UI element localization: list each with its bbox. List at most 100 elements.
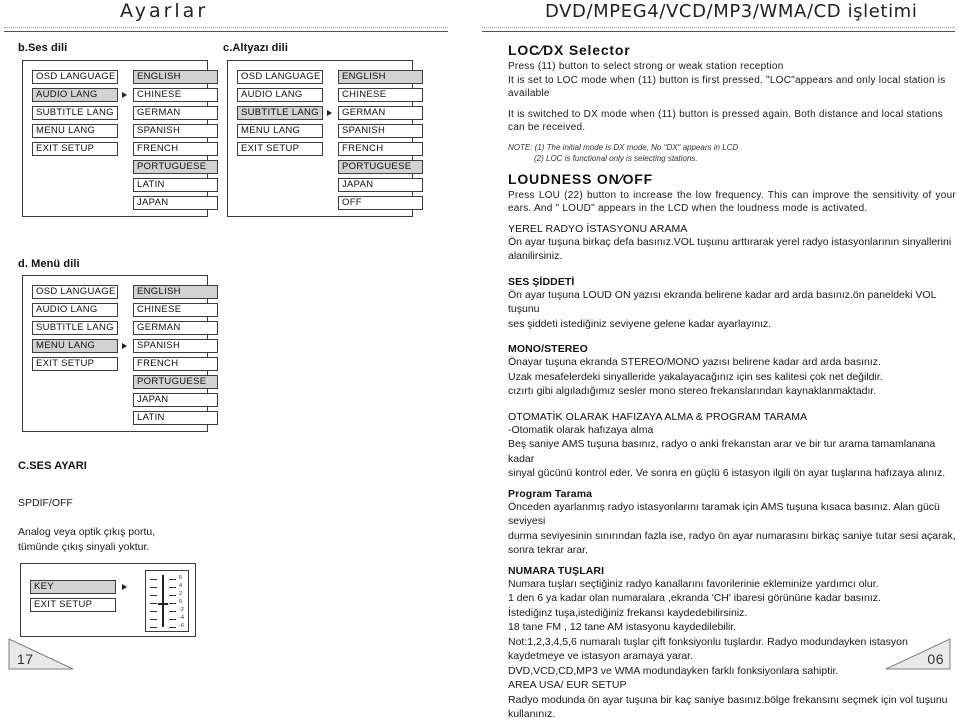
page-header: Ayarlar DVD/MPEG4/VCD/MP3/WMA/CD işletim… — [0, 0, 959, 32]
right-column: LOC∕DX Selector Press (11) button to sel… — [508, 42, 956, 722]
osd-option-item[interactable]: PORTUGUESE — [133, 375, 218, 389]
left-column: b.Ses dili OSD LANGUAGE AUDIO LANG SUBTITL… — [0, 36, 470, 637]
osd-option-item[interactable]: GERMAN — [133, 321, 218, 335]
footer-corner-right: 06 — [885, 638, 951, 670]
osd-menu-column-subtitle-language: OSD LANGUAGE AUDIO LANG SUBTITLE LANG MENU … — [237, 70, 323, 160]
ses-siddeti-paragraph-2: ses şiddeti istediğiniz seviyene gelene … — [508, 317, 772, 330]
otomatik-paragraph-1: -Otomatik olarak hafızaya alma — [508, 423, 654, 436]
osd-option-item[interactable]: GERMAN — [338, 106, 423, 120]
osd-option-item[interactable]: CHINESE — [338, 88, 423, 102]
equalizer-tick-left-icon — [150, 627, 157, 628]
osd-option-column-subtitle-language: ENGLISH CHINESE GERMAN SPANISH FRENCH PORTUGU… — [338, 70, 423, 214]
equalizer-tick-value: -6 — [179, 623, 184, 629]
key-menu-item[interactable]: KEY — [30, 580, 116, 594]
equalizer-slider[interactable]: 6 4 2 0 -2 -4 -6 — [145, 570, 189, 632]
osd-option-item[interactable]: FRENCH — [338, 142, 423, 156]
osd-option-item[interactable]: LATIN — [133, 411, 218, 425]
equalizer-tick-value: 4 — [179, 583, 183, 589]
osd-option-item[interactable]: ENGLISH — [133, 70, 218, 84]
osd-menu-item[interactable]: EXIT SETUP — [237, 142, 323, 156]
osd-menu-item[interactable]: SUBTITLE LANG — [32, 106, 118, 120]
osd-menu-item[interactable]: AUDIO LANG — [32, 88, 118, 102]
osd-option-item[interactable]: GERMAN — [133, 106, 218, 120]
osd-option-item[interactable]: PORTUGUESE — [133, 160, 218, 174]
osd-option-item[interactable]: FRENCH — [133, 142, 218, 156]
selection-arrow-icon — [122, 584, 127, 590]
osd-menu-item[interactable]: AUDIO LANG — [237, 88, 323, 102]
selection-arrow-icon — [122, 92, 127, 98]
header-divider-solid-right — [482, 31, 955, 32]
osd-menu-item[interactable]: MENU LANG — [32, 339, 118, 353]
osd-menu-item[interactable]: SUBTITLE LANG — [237, 106, 323, 120]
osd-option-item[interactable]: SPANISH — [133, 124, 218, 138]
loc-dx-note-1: NOTE: (1) The initial mode is DX mode, N… — [508, 142, 739, 152]
osd-menu-item[interactable]: AUDIO LANG — [32, 303, 118, 317]
key-menu-item[interactable]: EXIT SETUP — [30, 598, 116, 612]
ses-siddeti-paragraph-1: Ön ayar tuşuna LOUD ON yazısı ekranda be… — [508, 288, 937, 316]
osd-option-item[interactable]: SPANISH — [338, 124, 423, 138]
osd-menu-item[interactable]: EXIT SETUP — [32, 357, 118, 371]
key-menu-column: KEY EXIT SETUP — [30, 580, 116, 616]
page-number-left: 17 — [17, 651, 34, 667]
heading-ses-siddeti: SES ŞİDDETİ — [508, 275, 575, 288]
equalizer-tick-right-icon — [169, 627, 176, 628]
numara-tuslari-paragraph-8: AREA USA/ EUR SETUP — [508, 679, 627, 691]
equalizer-tick-left-icon — [150, 603, 157, 604]
osd-menu-column-menu-language: OSD LANGUAGE AUDIO LANG SUBTITLE LANG MENU … — [32, 285, 118, 375]
osd-option-item[interactable]: JAPAN — [133, 393, 218, 407]
numara-tuslari-paragraph-9: Radyo modunda ön ayar tuşuna bir kaç san… — [508, 693, 948, 721]
heading-otomatik-hafizaya-alma: OTOMATİK OLARAK HAFIZAYA ALMA & PROGRAM … — [508, 410, 808, 423]
osd-option-item[interactable]: ENGLISH — [338, 70, 423, 84]
loc-dx-paragraph-3: It is switched to DX mode when (11) butt… — [508, 108, 943, 134]
numara-tuslari-paragraph-3: İstediğinz tuşa,istediğiniz frekansı kay… — [508, 606, 748, 619]
osd-panel-subtitle-language: OSD LANGUAGE AUDIO LANG SUBTITLE LANG MENU … — [227, 60, 423, 217]
osd-option-item[interactable]: JAPAN — [338, 178, 423, 192]
osd-menu-column-audio-language: OSD LANGUAGE AUDIO LANG SUBTITLE LANG MENU … — [32, 70, 118, 160]
heading-loc-dx-selector: LOC∕DX Selector — [508, 42, 631, 58]
heading-loudness: LOUDNESS ON∕OFF — [508, 170, 654, 187]
osd-option-item[interactable]: JAPAN — [133, 196, 218, 210]
osd-option-item[interactable]: PORTUGUESE — [338, 160, 423, 174]
heading-yerel-radyo: YEREL RADYO İSTASYONU ARAMA — [508, 222, 688, 235]
equalizer-tick-left-icon — [150, 611, 157, 612]
osd-panel-menu-language: OSD LANGUAGE AUDIO LANG SUBTITLE LANG MENU … — [22, 275, 218, 432]
equalizer-tick-row: -6 — [146, 623, 188, 632]
selection-arrow-icon — [122, 343, 127, 349]
equalizer-tick-right-icon — [169, 619, 176, 620]
osd-menu-item[interactable]: OSD LANGUAGE — [32, 285, 118, 299]
osd-menu-item[interactable]: SUBTITLE LANG — [32, 321, 118, 335]
osd-option-item[interactable]: FRENCH — [133, 357, 218, 371]
footer-corner-left: 17 — [8, 638, 74, 670]
program-tarama-paragraph-1: Önceden ayarlanmış radyo istasyonlarını … — [508, 500, 940, 528]
osd-menu-item[interactable]: EXIT SETUP — [32, 142, 118, 156]
osd-menu-item[interactable]: OSD LANGUAGE — [32, 70, 118, 84]
equalizer-knob[interactable] — [158, 603, 168, 605]
equalizer-tick-right-icon — [169, 603, 176, 604]
numara-tuslari-paragraph-2: 1 den 6 ya kadar olan numaralara ,ekrand… — [508, 592, 881, 604]
otomatik-paragraph-3: sinyal gücünü kontrol eder. Ve sonra en … — [508, 467, 946, 479]
osd-option-item[interactable]: SPANISH — [133, 339, 218, 353]
osd-menu-item[interactable]: OSD LANGUAGE — [237, 70, 323, 84]
ses-ayari-body-line-2: tümünde çıkış sinyali yoktur. — [18, 541, 150, 553]
ses-ayari-subtitle: SPDIF/OFF — [18, 497, 73, 509]
osd-option-column-audio-language: ENGLISH CHINESE GERMAN SPANISH FRENCH PORTUGU… — [133, 70, 218, 214]
osd-option-item[interactable]: CHINESE — [133, 303, 218, 317]
equalizer-tick-right-icon — [169, 595, 176, 596]
osd-option-item[interactable]: CHINESE — [133, 88, 218, 102]
loc-dx-note-2: (2) LOC is functional only is selecting … — [534, 153, 698, 163]
program-tarama-paragraph-2: durma seviyesinin sınırından fazla ise, … — [508, 529, 956, 542]
ses-ayari-body-line-1: Analog veya optik çıkış portu, — [18, 526, 156, 538]
otomatik-paragraph-2: Beş saniye AMS tuşuna basınız, radyo o a… — [508, 438, 936, 465]
equalizer-tick-right-icon — [169, 587, 176, 588]
osd-option-item[interactable]: LATIN — [133, 178, 218, 192]
equalizer-tick-right-icon — [169, 579, 176, 580]
osd-menu-item[interactable]: MENU LANG — [32, 124, 118, 138]
mono-stereo-paragraph-1: Önayar tuşuna ekranda STEREO/MONO yazısı… — [508, 356, 881, 368]
osd-option-column-menu-language: ENGLISH CHINESE GERMAN SPANISH FRENCH PORTUGU… — [133, 285, 218, 429]
yerel-radyo-paragraph-2: alanilirsiniz. — [508, 250, 563, 262]
osd-option-item[interactable]: OFF — [338, 196, 423, 210]
osd-menu-item[interactable]: MENU LANG — [237, 124, 323, 138]
osd-option-item[interactable]: ENGLISH — [133, 285, 218, 299]
heading-numara-tuslari: NUMARA TUŞLARI — [508, 564, 605, 577]
equalizer-tick-left-icon — [150, 587, 157, 588]
